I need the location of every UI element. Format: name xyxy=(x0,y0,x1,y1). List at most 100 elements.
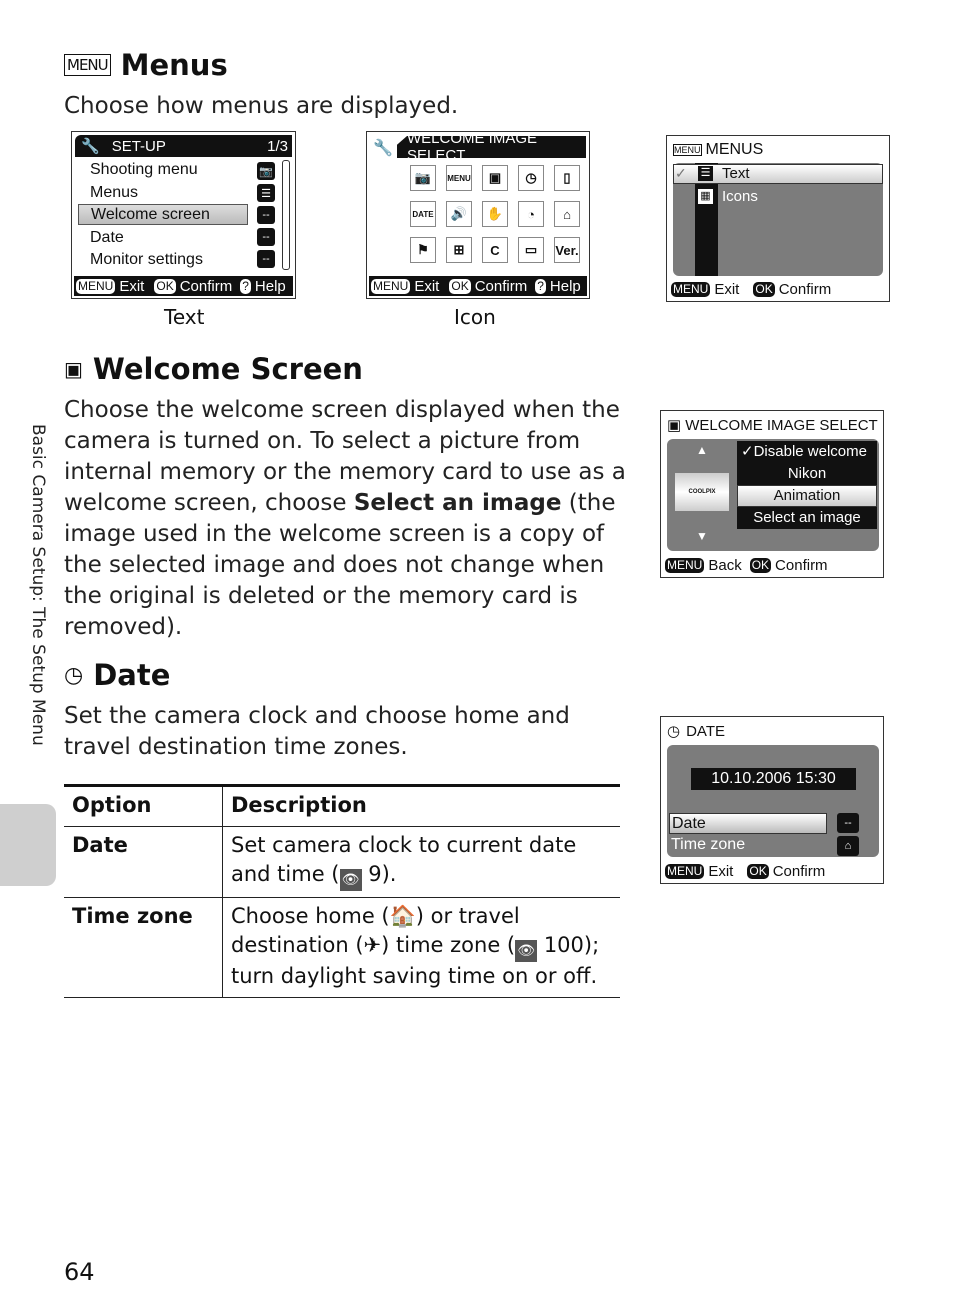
setup-title-bar: 🔧 SET-UP 1/3 xyxy=(75,135,292,157)
confirm-label: Confirm xyxy=(778,280,832,298)
date-imprint-icon[interactable]: DATE xyxy=(410,201,436,227)
menu-key-icon: MENU xyxy=(671,281,711,297)
confirm-label: Confirm xyxy=(775,556,828,574)
ok-key-icon: OK xyxy=(749,557,772,573)
text-menu-screen: 🔧 SET-UP 1/3 Shooting menu Menus Welcome… xyxy=(71,131,296,299)
page-number: 64 xyxy=(64,1258,95,1286)
list-icon: ☰ xyxy=(698,166,713,181)
page-indicator: 1/3 xyxy=(267,137,288,155)
menu-key-icon: MENU xyxy=(371,278,411,294)
option-cell: Time zone xyxy=(64,897,223,998)
screen-footer: MENU Exit OK Confirm xyxy=(663,861,881,881)
menus-option-screen: MENU MENUS ✓ ☰ Text ▦ Icons MENU Exit OK C… xyxy=(666,135,890,302)
description-cell: Choose home (🏠) or travel destination (✈… xyxy=(223,898,621,998)
option-time-zone[interactable]: Time zone xyxy=(671,836,745,854)
monitor-icon[interactable]: ▯ xyxy=(554,165,580,191)
option-nikon[interactable]: Nikon xyxy=(737,463,877,485)
screen-title: DATE xyxy=(686,722,725,740)
ok-key-icon: OK xyxy=(449,278,471,294)
menu-item[interactable]: Shooting menu xyxy=(78,159,198,180)
auto-off-icon[interactable]: ◔ xyxy=(518,201,544,227)
format-icon[interactable]: ⌂ xyxy=(554,201,580,227)
list-icon: ☰ xyxy=(257,184,275,202)
help-label: Help xyxy=(254,277,286,295)
down-arrow-icon[interactable]: ▼ xyxy=(696,529,708,543)
page-ref[interactable]: 9 xyxy=(368,862,381,886)
menu-item[interactable]: Date xyxy=(78,227,124,248)
date-description: Set the camera clock and choose home and… xyxy=(64,703,570,760)
menu-item[interactable]: Monitor settings xyxy=(78,249,203,270)
option-disable-welcome[interactable]: ✓Disable welcome xyxy=(731,441,877,463)
select-image-term: Select an image xyxy=(353,490,562,516)
option-select-image[interactable]: Select an image xyxy=(737,507,877,529)
header-option: Option xyxy=(64,785,223,827)
page-ref[interactable]: 100 xyxy=(544,933,584,957)
screen-title: WELCOME IMAGE SELECT xyxy=(685,416,878,434)
wrench-icon: 🔧 xyxy=(373,140,393,157)
icon-caption: Icon xyxy=(454,305,496,329)
text-caption: Text xyxy=(164,305,205,329)
welcome-paragraph: Choose the welcome screen displayed when… xyxy=(64,395,629,643)
screen-title: MENUS xyxy=(705,141,764,158)
menu-item-selected[interactable]: Welcome screen xyxy=(78,204,248,225)
wrench-icon: 🔧 xyxy=(81,138,100,155)
menus-icon[interactable]: MENU xyxy=(446,165,472,191)
option-icons[interactable]: Icons xyxy=(722,188,758,205)
menus-heading: MENU Menus xyxy=(64,48,228,82)
ok-key-icon: OK xyxy=(753,281,775,297)
language-icon[interactable]: ⚑ xyxy=(410,237,436,263)
option-label: Text xyxy=(722,165,750,182)
screen-footer: MENU Exit OK Confirm xyxy=(669,279,887,299)
help-key-icon: ? xyxy=(535,278,546,294)
date-icon[interactable]: ◷ xyxy=(518,165,544,191)
icon-menu-screen: 🔧 WELCOME IMAGE SELECT 📷 MENU ▣ ◷ ▯ DATE 🔊 ✋ ◔ ⌂ ⚑… xyxy=(366,131,590,299)
option-animation-selected[interactable]: Animation xyxy=(737,485,877,507)
ok-key-icon: OK xyxy=(747,863,769,879)
reset-icon[interactable]: C xyxy=(482,237,508,263)
vibration-reduction-icon[interactable]: ✋ xyxy=(482,201,508,227)
desc-text: ). xyxy=(381,862,397,886)
date-title: Date xyxy=(93,658,171,692)
help-label: Help xyxy=(549,277,581,295)
menus-description: Choose how menus are displayed. xyxy=(64,93,459,119)
screen-title-row: ◷ DATE xyxy=(667,722,725,741)
menu-key-icon: MENU xyxy=(665,557,705,573)
value-dashes: -- xyxy=(837,813,859,833)
menu-icon: MENU xyxy=(673,144,702,156)
screen-footer: MENU Exit OK Confirm ? Help xyxy=(369,276,587,296)
welcome-screen-icon: ▣ xyxy=(667,417,682,434)
welcome-title: Welcome Screen xyxy=(92,352,363,386)
date-screen: ◷ DATE 10.10.2006 15:30 Date Time zone -… xyxy=(660,716,884,884)
table-row: Date Set camera clock to current date an… xyxy=(64,826,620,898)
exit-label: Exit xyxy=(414,277,440,295)
sound-icon[interactable]: 🔊 xyxy=(446,201,472,227)
desc-text: ) time zone ( xyxy=(381,933,516,957)
scrollbar[interactable] xyxy=(282,160,290,270)
video-mode-icon[interactable]: ⊞ xyxy=(446,237,472,263)
welcome-thumbnail: COOLPIX xyxy=(675,473,729,511)
screen-title-row: ▣ WELCOME IMAGE SELECT xyxy=(667,416,878,435)
datetime-display: 10.10.2006 15:30 xyxy=(691,768,856,790)
welcome-heading: ▣ Welcome Screen xyxy=(64,352,363,386)
battery-icon[interactable]: ▭ xyxy=(518,237,544,263)
option-cell: Date xyxy=(64,826,223,898)
up-arrow-icon[interactable]: ▲ xyxy=(696,443,708,457)
date-heading: ◷ Date xyxy=(64,658,170,692)
shooting-menu-icon[interactable]: 📷 xyxy=(410,165,436,191)
clock-icon: ◷ xyxy=(667,723,681,740)
chapter-tab xyxy=(0,804,56,886)
header-description: Description xyxy=(231,793,367,817)
confirm-label: Confirm xyxy=(474,277,528,295)
menus-screen-title: MENU MENUS xyxy=(673,141,763,159)
screen-title: WELCOME IMAGE SELECT xyxy=(397,136,586,158)
menu-key-icon: MENU xyxy=(665,863,705,879)
option-date-selected[interactable]: Date xyxy=(669,813,827,834)
firmware-version-icon[interactable]: Ver. xyxy=(554,237,580,263)
screen-footer: MENU Back OK Confirm xyxy=(663,555,881,575)
help-key-icon: ? xyxy=(240,278,251,294)
clock-icon: ◷ xyxy=(64,662,84,688)
welcome-screen-icon[interactable]: ▣ xyxy=(482,165,508,191)
chapter-side-label: Basic Camera Setup: The Setup Menu xyxy=(28,424,48,746)
screen-title: SET-UP xyxy=(111,137,166,155)
menu-item[interactable]: Menus xyxy=(78,182,138,203)
